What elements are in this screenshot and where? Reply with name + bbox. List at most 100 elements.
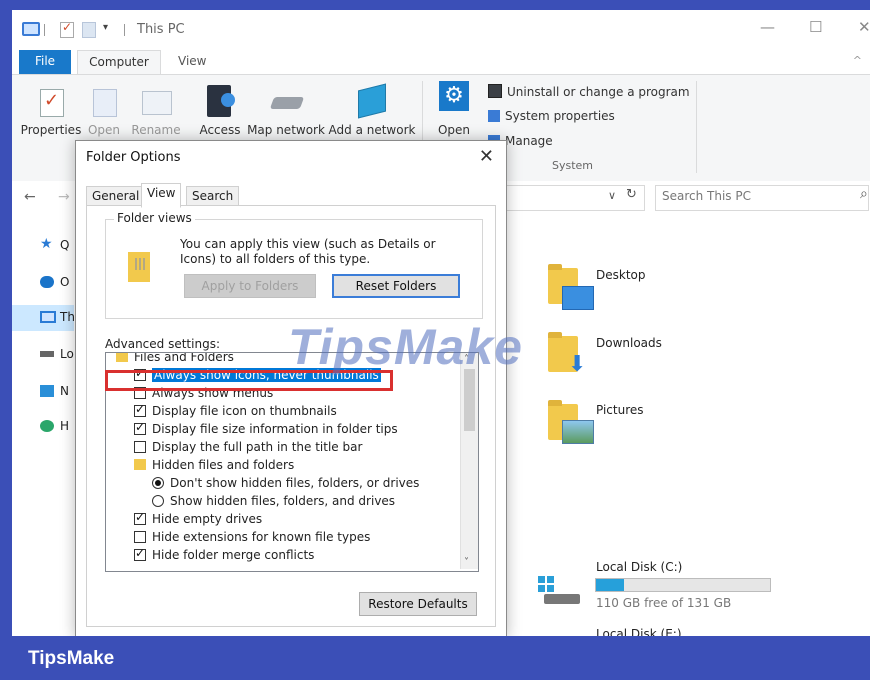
close-icon[interactable]: ✕ bbox=[858, 18, 870, 36]
folder-views-description: You can apply this view (such as Details… bbox=[180, 237, 436, 266]
nav-item-network[interactable]: N bbox=[12, 379, 74, 405]
nav-item-quick-access[interactable]: ★ Q bbox=[12, 233, 74, 259]
restore-defaults-button[interactable]: Restore Defaults bbox=[359, 592, 477, 616]
dialog-close-icon[interactable]: ✕ bbox=[479, 146, 494, 167]
radio-button[interactable] bbox=[152, 495, 164, 507]
tab-search[interactable]: Search bbox=[186, 186, 240, 207]
radio-button[interactable] bbox=[152, 477, 164, 489]
drive-name[interactable]: Local Disk (C:) bbox=[596, 560, 682, 574]
setting-label: Display file icon on thumbnails bbox=[152, 404, 337, 418]
nav-item-homegroup[interactable]: H bbox=[12, 414, 74, 440]
tab-view-options[interactable]: View bbox=[141, 183, 182, 208]
setting-label: Hidden files and folders bbox=[152, 458, 295, 472]
watermark-text: TipsMake bbox=[288, 319, 523, 375]
properties-icon bbox=[40, 89, 64, 117]
open-button[interactable]: Open bbox=[84, 75, 124, 145]
brand-name: TipsMake bbox=[28, 648, 115, 669]
nav-item-local-disk[interactable]: Lo bbox=[12, 342, 74, 368]
checkbox[interactable] bbox=[134, 510, 146, 525]
frame-top-band bbox=[0, 0, 870, 10]
nav-item-onedrive[interactable]: O bbox=[12, 270, 74, 296]
system-properties-icon bbox=[488, 110, 500, 122]
back-arrow-icon[interactable]: ← bbox=[24, 189, 36, 205]
setting-label: Files and Folders bbox=[134, 352, 234, 364]
address-dropdown-icon[interactable]: ∨ bbox=[608, 189, 616, 202]
reset-folders-button[interactable]: Reset Folders bbox=[332, 274, 460, 298]
setting-label: Hide extensions for known file types bbox=[152, 530, 371, 544]
system-group-label: System bbox=[552, 159, 594, 172]
collapse-ribbon-icon[interactable]: ^ bbox=[853, 54, 862, 67]
scroll-down-icon[interactable]: ˅ bbox=[464, 557, 469, 568]
properties-button[interactable]: Properties bbox=[20, 75, 82, 145]
nav-item-label: Lo bbox=[60, 347, 74, 361]
uninstall-icon bbox=[488, 84, 502, 98]
properties-check-icon[interactable] bbox=[60, 20, 74, 38]
setting-label: Hide empty drives bbox=[152, 512, 263, 526]
folder-name[interactable]: Desktop bbox=[596, 268, 646, 282]
apply-to-folders-button[interactable]: Apply to Folders bbox=[184, 274, 316, 298]
folder-name[interactable]: Pictures bbox=[596, 403, 644, 417]
checkbox[interactable] bbox=[134, 531, 146, 543]
button-label: Open bbox=[437, 123, 471, 137]
pictures-folder-icon[interactable] bbox=[548, 400, 594, 444]
open-settings-button[interactable]: ⚙ Open bbox=[432, 75, 476, 145]
setting-label: Display file size information in folder … bbox=[152, 422, 398, 436]
folder-name[interactable]: Downloads bbox=[596, 336, 662, 350]
address-box[interactable] bbox=[502, 185, 645, 211]
map-network-drive-icon bbox=[269, 97, 305, 109]
local-drive-icon bbox=[40, 351, 54, 357]
open-icon bbox=[93, 89, 117, 117]
window-title: This PC bbox=[137, 22, 185, 37]
disk-usage-bar bbox=[595, 578, 771, 592]
network-icon bbox=[40, 385, 54, 397]
setting-label: Don't show hidden files, folders, or dri… bbox=[170, 476, 420, 490]
new-folder-icon[interactable] bbox=[82, 22, 96, 38]
tab-general[interactable]: General bbox=[86, 186, 146, 207]
settings-gear-icon: ⚙ bbox=[439, 81, 469, 111]
add-network-location-button[interactable]: Add a network bbox=[328, 75, 416, 145]
scrollbar-thumb[interactable] bbox=[464, 369, 475, 431]
ribbon-tabs: File Computer View ^ bbox=[12, 50, 870, 75]
maximize-icon[interactable]: ☐ bbox=[809, 18, 822, 36]
refresh-icon[interactable]: ↻ bbox=[626, 187, 637, 202]
dialog-title: Folder Options bbox=[86, 150, 181, 165]
search-icon[interactable]: ⌕ bbox=[860, 186, 868, 202]
rename-button[interactable]: Rename bbox=[128, 75, 184, 145]
downloads-folder-icon[interactable] bbox=[548, 332, 586, 377]
advanced-settings-label: Advanced settings: bbox=[105, 337, 220, 351]
uninstall-program-button[interactable]: Uninstall or change a program bbox=[488, 84, 690, 99]
dialog-body: Folder views You can apply this view (su… bbox=[86, 205, 496, 627]
separator bbox=[124, 24, 125, 36]
map-network-drive-button[interactable]: Map network bbox=[246, 75, 326, 145]
ribbon-divider bbox=[696, 81, 697, 173]
tab-file[interactable]: File bbox=[19, 50, 71, 74]
separator bbox=[44, 24, 45, 36]
forward-arrow-icon[interactable]: → bbox=[58, 189, 70, 205]
checkbox[interactable] bbox=[134, 420, 146, 435]
setting-label: Show hidden files, folders, and drives bbox=[170, 494, 396, 508]
button-label: Access bbox=[199, 123, 241, 137]
tab-computer[interactable]: Computer bbox=[77, 50, 161, 75]
checkbox[interactable] bbox=[134, 546, 146, 561]
minimize-icon[interactable]: — bbox=[760, 18, 775, 36]
checkbox[interactable] bbox=[134, 402, 146, 417]
customize-down-icon[interactable]: ▾ bbox=[103, 22, 108, 33]
desktop-folder-icon[interactable] bbox=[548, 264, 594, 310]
uninstall-label: Uninstall or change a program bbox=[507, 85, 690, 99]
nav-item-label: Th bbox=[60, 310, 75, 324]
brand-band bbox=[0, 636, 870, 680]
tab-view[interactable]: View bbox=[178, 50, 206, 74]
star-icon: ★ bbox=[40, 236, 53, 252]
checkbox[interactable] bbox=[134, 441, 146, 453]
button-label: Map network bbox=[247, 123, 325, 137]
windows-logo-icon bbox=[538, 576, 554, 592]
system-properties-button[interactable]: System properties bbox=[488, 109, 615, 123]
explorer-title-bar: ▾ This PC — ☐ ✕ bbox=[12, 10, 870, 50]
access-media-button[interactable]: Access bbox=[195, 75, 245, 145]
settings-scrollbar[interactable]: ˄ ˅ bbox=[460, 353, 478, 569]
nav-item-label: Q bbox=[60, 238, 70, 252]
local-disk-c-icon[interactable] bbox=[538, 576, 580, 604]
access-media-icon bbox=[207, 85, 235, 117]
search-placeholder: Search This PC bbox=[662, 189, 751, 203]
nav-item-this-pc[interactable]: Th bbox=[12, 305, 75, 331]
